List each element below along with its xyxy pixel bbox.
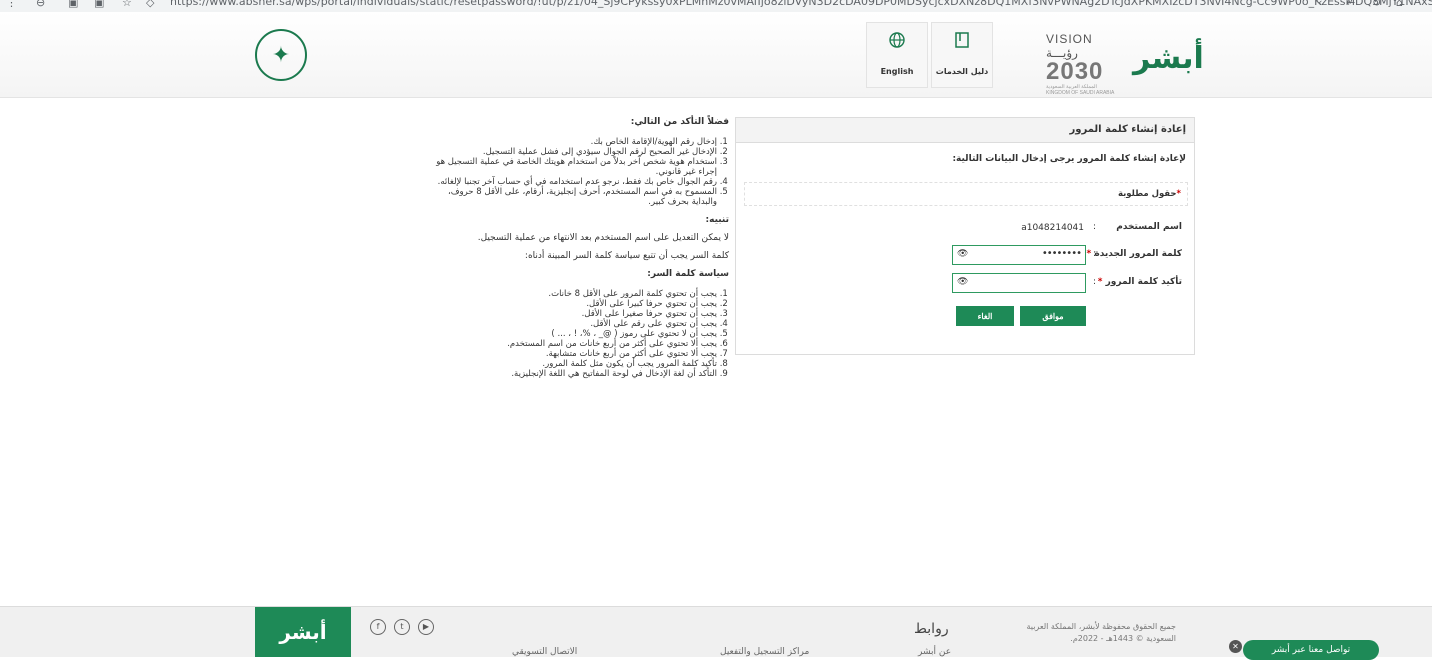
new-password-field[interactable]: 👁 ••••••••	[952, 245, 1086, 265]
check-list: إدخال رقم الهوية/الإقامة الخاص بك. الإدخ…	[420, 137, 729, 207]
policy-list: يجب أن تحتوي كلمة المرور على الأقل 8 خان…	[420, 289, 729, 379]
check-title: فضلاً التأكد من التالي:	[630, 117, 729, 127]
list-item: تأكيد كلمة المرور يجب أن يكون مثل كلمة ا…	[420, 359, 717, 369]
footer-absher-logo[interactable]: أبشر	[255, 607, 351, 657]
address-bar[interactable]: https://www.absher.sa/wps/portal/individ…	[170, 0, 1432, 8]
confirm-password-label: تأكيد كلمة المرور *	[1098, 277, 1182, 287]
note-title: تنبيه:	[705, 215, 729, 225]
panel-title: إعادة إنشاء كلمة المرور	[736, 118, 1194, 143]
new-password-value: ••••••••	[1041, 248, 1082, 259]
policy-title: سياسة كلمة السر:	[647, 269, 729, 279]
back-icon[interactable]: ←	[1346, 0, 1355, 9]
site-footer: أبشر f t ▶ روابط جميع الحقوق محفوظة لأبش…	[0, 606, 1432, 657]
required-note: *حقول مطلوبة	[744, 182, 1188, 206]
list-item: يجب ألا تحتوي على أكثر من أربع خانات من …	[420, 339, 717, 349]
site-header: ✦ English دليل الخدمات VISION رؤيـــة 20…	[0, 12, 1432, 98]
note-text-2: كلمة السر يجب أن تتبع سياسة كلمة السر ال…	[524, 251, 729, 261]
colon: :	[1092, 277, 1096, 287]
form-intro: لإعادة إنشاء كلمة المرور يرجى إدخال البي…	[952, 154, 1186, 164]
ministry-emblem-icon: ✦	[255, 29, 307, 81]
absher-logo[interactable]: أبشر	[1133, 34, 1204, 84]
eye-icon[interactable]: 👁	[957, 277, 968, 287]
username-value: a1048214041	[1021, 223, 1084, 233]
chat-close-icon[interactable]: ✕	[1229, 640, 1242, 653]
book-icon	[932, 31, 992, 55]
vision-2030-logo: VISION رؤيـــة 2030 المملكة العربية السع…	[1046, 32, 1126, 96]
youtube-icon[interactable]: ▶	[418, 619, 434, 635]
eye-icon[interactable]: 👁	[957, 249, 968, 259]
vision-sub-en: KINGDOM OF SAUDI ARABIA	[1046, 90, 1115, 96]
star-icon[interactable]: ☆	[122, 0, 132, 9]
menu-dots-icon[interactable]: ⋮	[6, 0, 17, 9]
services-guide-tile[interactable]: دليل الخدمات	[931, 22, 993, 88]
english-label: English	[880, 67, 914, 76]
confirm-password-field[interactable]: 👁	[952, 273, 1086, 293]
list-item: الإدخال غير الصحيح لرقم الجوال سيؤدي إلى…	[420, 147, 717, 157]
list-item: يجب أن تحتوي على رقم على الأقل.	[420, 319, 717, 329]
reset-password-panel: إعادة إنشاء كلمة المرور لإعادة إنشاء كلم…	[735, 117, 1195, 355]
globe-icon	[867, 31, 927, 55]
ok-button[interactable]: موافق	[1020, 306, 1086, 326]
username-label: اسم المستخدم	[1116, 222, 1182, 232]
copyright-text: جميع الحقوق محفوظة لأبشر، المملكة العربي…	[1026, 622, 1176, 643]
bookmark-icon[interactable]: ▣	[94, 0, 104, 9]
instructions-section: فضلاً التأكد من التالي: إدخال رقم الهوية…	[420, 117, 729, 379]
list-item: التأكد أن لغة الإدخال في لوحة المفاتيح ه…	[420, 369, 717, 379]
services-guide-label: دليل الخدمات	[935, 67, 989, 76]
extension-icon[interactable]: ◇	[146, 0, 154, 9]
required-note-label: حقول مطلوبة	[1117, 189, 1177, 199]
new-password-label-text: كلمة المرور الجديدة	[1094, 249, 1182, 259]
vision-line: VISION رؤيـــة	[1046, 32, 1093, 60]
list-item: يجب أن تحتوي حرفا صغيرا على الأقل.	[420, 309, 717, 319]
list-item: إدخال رقم الهوية/الإقامة الخاص بك.	[420, 137, 717, 147]
vision-year: 2030	[1046, 58, 1104, 85]
list-item: يجب أن لا تحتوي على رموز ( @_ ، %، ! ، .…	[420, 329, 717, 339]
colon: :	[1092, 249, 1096, 259]
facebook-icon[interactable]: f	[370, 619, 386, 635]
twitter-icon[interactable]: t	[394, 619, 410, 635]
info-icon[interactable]: ⊖	[36, 0, 45, 9]
lock-icon[interactable]: ▣	[68, 0, 78, 9]
note-text-1: لا يمكن التعديل على اسم المستخدم بعد الا…	[477, 233, 729, 243]
list-item: يجب أن تحتوي كلمة المرور على الأقل 8 خان…	[420, 289, 717, 299]
links-title: روابط	[914, 621, 949, 637]
list-item: رقم الجوال خاص بك فقط، نرجو عدم استخدامه…	[420, 177, 717, 187]
cancel-button[interactable]: الغاء	[956, 306, 1014, 326]
english-tile[interactable]: English	[866, 22, 928, 88]
required-star: *	[1097, 277, 1103, 287]
confirm-password-label-text: تأكيد كلمة المرور	[1105, 277, 1182, 287]
home-icon[interactable]: ⌂	[1396, 0, 1403, 9]
list-item: المسموح به في اسم المستخدم، أحرف إنجليزي…	[420, 187, 717, 207]
required-star: *	[1176, 189, 1181, 199]
chat-button[interactable]: تواصل معنا عبر أبشر	[1243, 640, 1379, 660]
required-star: *	[1086, 249, 1092, 259]
refresh-icon[interactable]: ↻	[1372, 0, 1381, 9]
list-item: يجب ألا تحتوي على أكثر من أربع خانات متش…	[420, 349, 717, 359]
list-item: استخدام هوية شخص آخر بدلاً من استخدام هو…	[420, 157, 717, 177]
chevron-left-icon[interactable]: ‹	[1318, 0, 1322, 9]
new-password-label: كلمة المرور الجديدة *	[1087, 249, 1182, 259]
colon: :	[1092, 222, 1096, 232]
list-item: يجب أن تحتوي حرفا كبيرا على الأقل.	[420, 299, 717, 309]
